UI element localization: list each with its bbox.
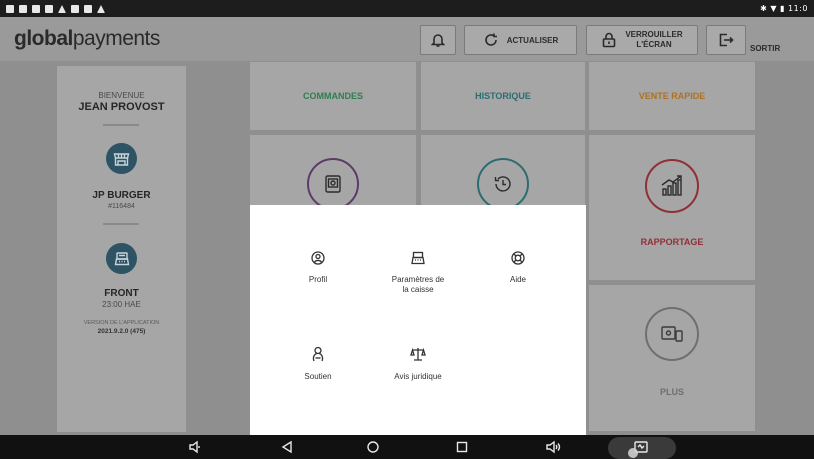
touch-indicator: [628, 448, 638, 458]
recents-button[interactable]: [455, 440, 469, 454]
status-notification-icons: [6, 4, 105, 13]
store-badge: [106, 143, 137, 174]
cloud-icon: [58, 4, 66, 13]
divider: [103, 124, 139, 126]
store-icon: [113, 152, 130, 166]
tile-history-ring: [477, 158, 529, 210]
image-icon: [32, 4, 40, 13]
volume-up-icon: [546, 440, 561, 454]
tile-more[interactable]: PLUS: [589, 285, 755, 431]
notifications-button[interactable]: [420, 25, 456, 55]
logout-icon: [719, 33, 734, 47]
tile-history[interactable]: HISTORIQUE: [421, 62, 585, 130]
back-button[interactable]: [280, 440, 294, 454]
volume-down-icon: [189, 440, 200, 454]
android-status-bar: ✱ ▼ ▮ 11:0: [0, 0, 814, 17]
volume-up-button[interactable]: [545, 440, 561, 454]
tile-more-ring: [645, 307, 699, 361]
logout-button[interactable]: [706, 25, 746, 55]
tile-more-label: PLUS: [659, 387, 684, 397]
terminal-name: FRONT: [104, 288, 139, 299]
settings-menu-popup: Profil Paramètres de la caisse Aide Sout…: [250, 205, 586, 435]
payment-terminal-icon: [325, 175, 341, 193]
terminal-time: 23:00 HAE: [102, 300, 141, 309]
tile-reporting[interactable]: RAPPORTAGE: [589, 135, 755, 280]
store-name: JP BURGER: [92, 190, 151, 201]
battery-icon: ▮: [780, 4, 785, 13]
bell-icon: [431, 34, 445, 47]
logout-label[interactable]: SORTIR: [750, 34, 780, 64]
tile-quick-sale-label: VENTE RAPIDE: [638, 91, 706, 101]
tile-orders-label: COMMANDES: [303, 91, 363, 101]
home-button[interactable]: [366, 440, 380, 454]
version-label: VERSION DE L'APPLICATION: [83, 320, 160, 326]
sync-icon: [45, 4, 53, 13]
terminal-badge: [106, 243, 137, 274]
user-circle-icon: [311, 251, 325, 265]
usb-icon: [71, 4, 79, 13]
tile-history-label: HISTORIQUE: [475, 91, 531, 101]
store-id: #116484: [108, 203, 135, 210]
user-name: JEAN PROVOST: [78, 101, 165, 113]
app-header: globalpayments ACTUALISER VERROUILLER L'É…: [0, 17, 814, 61]
menu-item-help[interactable]: Aide: [463, 251, 573, 285]
lock-screen-button[interactable]: VERROUILLER L'ÉCRAN: [586, 25, 698, 55]
android-navigation-bar: [0, 435, 814, 459]
volume-down-button[interactable]: [188, 440, 202, 454]
bluetooth-icon: ✱: [760, 4, 768, 13]
tile-orders[interactable]: COMMANDES: [250, 62, 416, 130]
sidebar-panel: BIENVENUE JEAN PROVOST JP BURGER #116484…: [57, 66, 186, 432]
version-value: 2021.9.2.0 (475): [97, 328, 146, 335]
welcome-label: BIENVENUE: [98, 91, 145, 100]
cash-register-icon: [411, 251, 425, 265]
tile-reporting-label: RAPPORTAGE: [640, 237, 704, 247]
lock-icon: [603, 32, 616, 48]
divider: [103, 223, 139, 225]
menu-item-profile[interactable]: Profil: [263, 251, 373, 285]
status-system: ✱ ▼ ▮ 11:0: [760, 4, 808, 13]
lifebuoy-icon: [511, 251, 525, 265]
recents-square-icon: [456, 441, 468, 453]
tile-reporting-ring: [645, 159, 699, 213]
cash-register-icon: [114, 251, 129, 265]
gallery-icon: [19, 4, 27, 13]
chart-growth-icon: [661, 175, 682, 196]
globalpayments-logo: globalpayments: [14, 27, 160, 50]
wifi-icon: ▼: [770, 4, 778, 13]
support-person-icon: [312, 346, 324, 362]
warning-icon: [97, 4, 105, 13]
history-icon: [494, 176, 511, 192]
status-clock: 11:0: [788, 4, 808, 13]
notification-icon: [6, 4, 14, 13]
menu-item-support[interactable]: Soutien: [263, 346, 373, 382]
tile-history-icon[interactable]: [421, 135, 585, 210]
menu-item-legal[interactable]: Avis juridique: [363, 346, 473, 382]
tile-terminal-ring: [307, 158, 359, 210]
menu-item-register-settings[interactable]: Paramètres de la caisse: [363, 251, 473, 295]
home-circle-icon: [367, 441, 379, 453]
devices-icon: [661, 326, 683, 342]
tile-quick-sale[interactable]: VENTE RAPIDE: [589, 62, 755, 130]
refresh-icon: [484, 33, 497, 46]
usb-icon: [84, 4, 92, 13]
tile-terminal[interactable]: [250, 135, 416, 210]
scales-icon: [410, 347, 426, 361]
back-triangle-icon: [281, 440, 292, 454]
refresh-button[interactable]: ACTUALISER: [464, 25, 577, 55]
